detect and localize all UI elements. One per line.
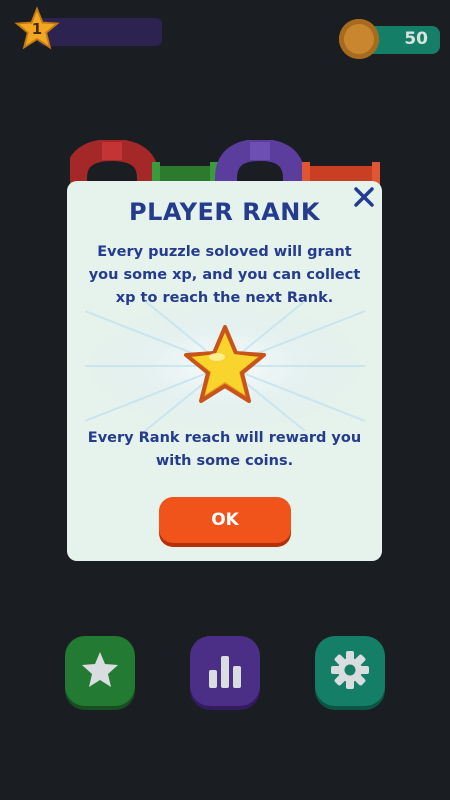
achievements-button[interactable]	[65, 636, 135, 706]
gear-icon	[331, 651, 369, 689]
dialog-title: PLAYER RANK	[128, 198, 320, 226]
settings-button[interactable]	[315, 636, 385, 706]
leaderboard-button[interactable]	[190, 636, 260, 706]
rank-level: 1	[31, 20, 43, 38]
player-rank-dialog: PLAYER RANK Every puzzle soloved will gr…	[67, 181, 382, 561]
rank-star-icon-large	[184, 325, 266, 403]
ok-button[interactable]: OK	[159, 497, 291, 543]
coin-icon	[339, 19, 379, 59]
reward-description: Every Rank reach will reward you with so…	[87, 430, 362, 469]
bar-chart-icon	[209, 656, 241, 688]
rank-description: Every puzzle soloved will grant you some…	[88, 244, 361, 306]
close-icon[interactable]	[352, 185, 376, 209]
coin-count: 50	[404, 29, 428, 49]
star-icon	[82, 652, 118, 687]
